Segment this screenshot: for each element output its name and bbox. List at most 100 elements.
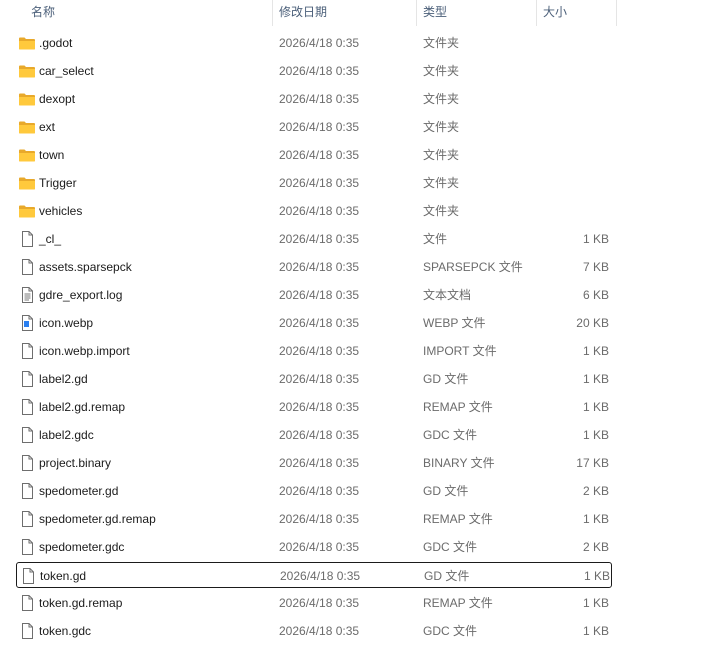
- file-type: 文件夹: [423, 92, 460, 106]
- file-name: vehicles: [39, 204, 83, 218]
- column-header-date[interactable]: 修改日期: [273, 0, 416, 26]
- file-row[interactable]: gdre_export.log 2026/4/18 0:35 文本文档 6 KB: [16, 282, 612, 308]
- file-date-modified: 2026/4/18 0:35: [279, 316, 360, 330]
- file-icon: [18, 343, 36, 359]
- file-row[interactable]: project.binary 2026/4/18 0:35 BINARY 文件 17 …: [16, 450, 612, 476]
- file-size: 6 KB: [582, 288, 609, 302]
- file-row[interactable]: spedometer.gd.remap 2026/4/18 0:35 REMAP 文…: [16, 506, 612, 532]
- folder-icon: [18, 63, 36, 79]
- file-size: 1 KB: [582, 512, 609, 526]
- file-icon: [18, 371, 36, 387]
- file-row[interactable]: car_select 2026/4/18 0:35 文件夹: [16, 58, 612, 84]
- file-row[interactable]: icon.webp 2026/4/18 0:35 WEBP 文件 20 KB: [16, 310, 612, 336]
- column-header-bar: 名称 ^ 修改日期 类型 大小: [0, 0, 709, 26]
- file-row[interactable]: spedometer.gd 2026/4/18 0:35 GD 文件 2 KB: [16, 478, 612, 504]
- file-date-modified: 2026/4/18 0:35: [279, 176, 360, 190]
- file-date-modified: 2026/4/18 0:35: [279, 428, 360, 442]
- file-size: [536, 58, 609, 84]
- file-date-modified: 2026/4/18 0:35: [279, 260, 360, 274]
- file-type: SPARSEPCK 文件: [423, 260, 523, 274]
- file-icon: [18, 399, 36, 415]
- file-name: Trigger: [39, 176, 77, 190]
- file-icon: [18, 595, 36, 611]
- file-name: .godot: [39, 36, 73, 50]
- file-type: IMPORT 文件: [423, 344, 497, 358]
- file-row[interactable]: town 2026/4/18 0:35 文件夹: [16, 142, 612, 168]
- file-icon: [18, 427, 36, 443]
- file-date-modified: 2026/4/18 0:35: [279, 148, 360, 162]
- file-icon: [18, 231, 36, 247]
- file-size: [536, 114, 609, 140]
- file-name: token.gd.remap: [39, 596, 123, 610]
- file-type: 文件夹: [423, 64, 460, 78]
- file-icon: [18, 483, 36, 499]
- file-type: 文本文档: [423, 288, 472, 302]
- file-name: label2.gd.remap: [39, 400, 126, 414]
- file-size: 1 KB: [583, 569, 610, 583]
- file-type: GDC 文件: [423, 428, 478, 442]
- file-size: [536, 86, 609, 112]
- file-date-modified: 2026/4/18 0:35: [279, 596, 360, 610]
- file-name: _cl_: [39, 232, 62, 246]
- file-type: REMAP 文件: [423, 400, 493, 414]
- file-type: REMAP 文件: [423, 596, 493, 610]
- folder-icon: [18, 91, 36, 107]
- file-icon: [18, 511, 36, 527]
- file-date-modified: 2026/4/18 0:35: [279, 400, 360, 414]
- file-row[interactable]: icon.webp.import 2026/4/18 0:35 IMPORT 文件 1…: [16, 338, 612, 364]
- file-row[interactable]: label2.gdc 2026/4/18 0:35 GDC 文件 1 KB: [16, 422, 612, 448]
- file-name: spedometer.gdc: [39, 540, 125, 554]
- file-type: 文件夹: [423, 148, 460, 162]
- column-header-type[interactable]: 类型: [417, 0, 536, 26]
- folder-icon: [18, 35, 36, 51]
- file-row[interactable]: ext 2026/4/18 0:35 文件夹: [16, 114, 612, 140]
- file-type: 文件夹: [423, 120, 460, 134]
- file-name: spedometer.gd.remap: [39, 512, 156, 526]
- file-name: label2.gd: [39, 372, 88, 386]
- file-row[interactable]: .godot 2026/4/18 0:35 文件夹: [16, 30, 612, 56]
- file-date-modified: 2026/4/18 0:35: [279, 540, 360, 554]
- file-name: car_select: [39, 64, 94, 78]
- file-row[interactable]: spedometer.gdc 2026/4/18 0:35 GDC 文件 2 KB: [16, 534, 612, 560]
- file-name: token.gdc: [39, 624, 92, 638]
- file-type: WEBP 文件: [423, 316, 486, 330]
- file-row[interactable]: token.gd 2026/4/18 0:35 GD 文件 1 KB: [16, 562, 612, 588]
- file-type: REMAP 文件: [423, 512, 493, 526]
- file-name: label2.gdc: [39, 428, 94, 442]
- file-type: GD 文件: [423, 372, 469, 386]
- folder-icon: [18, 119, 36, 135]
- file-row[interactable]: dexopt 2026/4/18 0:35 文件夹: [16, 86, 612, 112]
- file-date-modified: 2026/4/18 0:35: [279, 36, 360, 50]
- folder-icon: [18, 175, 36, 191]
- file-row[interactable]: token.gd.remap 2026/4/18 0:35 REMAP 文件 1 KB: [16, 590, 612, 616]
- column-header-size[interactable]: 大小: [537, 0, 616, 26]
- column-divider[interactable]: [616, 0, 617, 26]
- file-size: 1 KB: [582, 372, 609, 386]
- file-date-modified: 2026/4/18 0:35: [280, 569, 361, 583]
- file-type: 文件夹: [423, 204, 460, 218]
- file-row[interactable]: Trigger 2026/4/18 0:35 文件夹: [16, 170, 612, 196]
- file-type: GDC 文件: [423, 540, 478, 554]
- file-row[interactable]: label2.gd.remap 2026/4/18 0:35 REMAP 文件 1 K…: [16, 394, 612, 420]
- file-type: 文件: [423, 232, 448, 246]
- file-date-modified: 2026/4/18 0:35: [279, 512, 360, 526]
- file-date-modified: 2026/4/18 0:35: [279, 288, 360, 302]
- file-row[interactable]: token.gdc 2026/4/18 0:35 GDC 文件 1 KB: [16, 618, 612, 644]
- file-size: 17 KB: [576, 456, 609, 470]
- file-row[interactable]: _cl_ 2026/4/18 0:35 文件 1 KB: [16, 226, 612, 252]
- file-type: GDC 文件: [423, 624, 478, 638]
- file-type: 文件夹: [423, 176, 460, 190]
- file-type: GD 文件: [423, 484, 469, 498]
- text-file-icon: [18, 287, 36, 303]
- file-row[interactable]: label2.gd 2026/4/18 0:35 GD 文件 1 KB: [16, 366, 612, 392]
- file-size: 2 KB: [582, 484, 609, 498]
- file-name: icon.webp.import: [39, 344, 130, 358]
- file-date-modified: 2026/4/18 0:35: [279, 624, 360, 638]
- file-name: project.binary: [39, 456, 112, 470]
- file-name: token.gd: [40, 569, 87, 583]
- file-name: ext: [39, 120, 56, 134]
- file-size: [536, 30, 609, 56]
- file-row[interactable]: assets.sparsepck 2026/4/18 0:35 SPARSEPCK …: [16, 254, 612, 280]
- file-date-modified: 2026/4/18 0:35: [279, 204, 360, 218]
- file-row[interactable]: vehicles 2026/4/18 0:35 文件夹: [16, 198, 612, 224]
